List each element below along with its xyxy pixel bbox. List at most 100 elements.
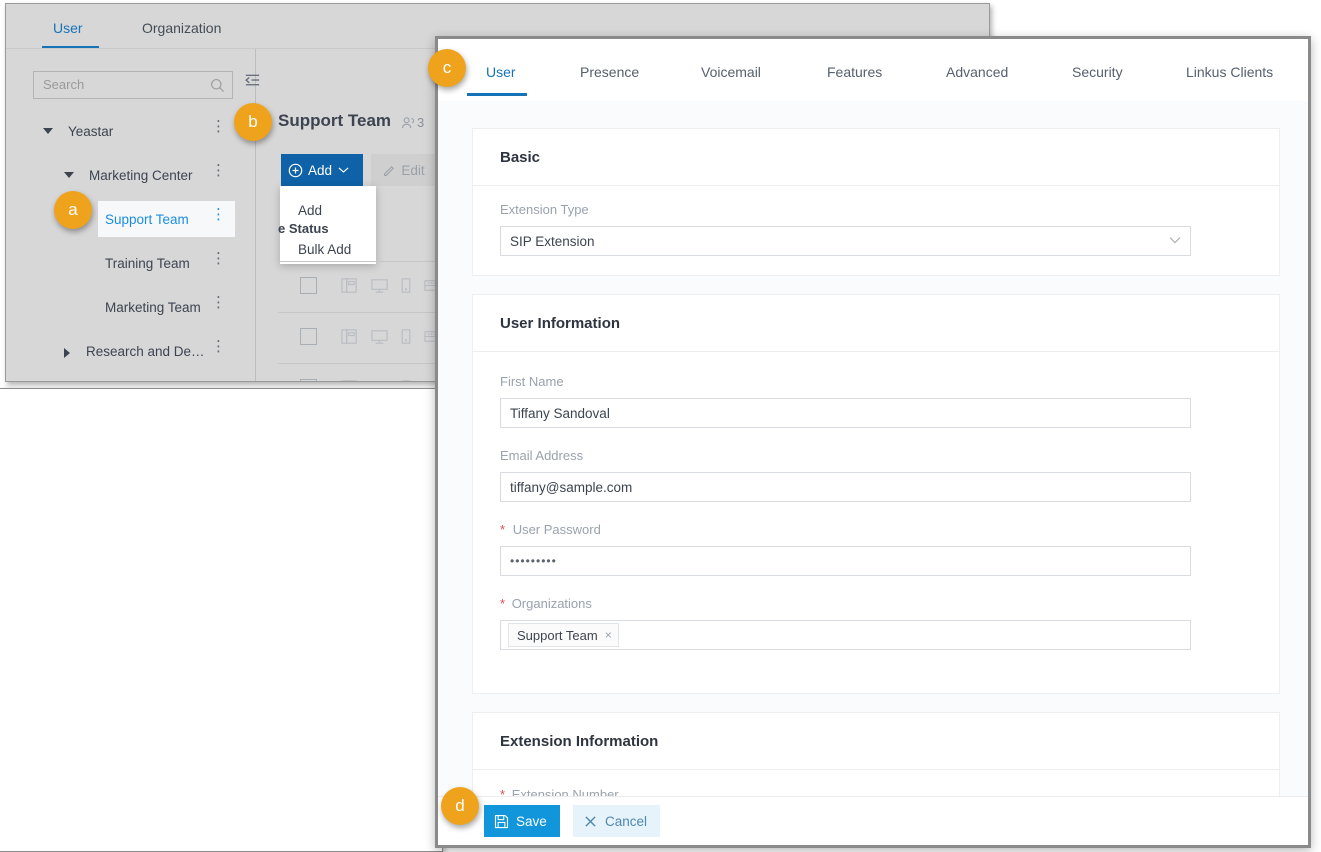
search-input[interactable]: Search [33, 71, 233, 99]
search-icon [210, 78, 225, 93]
chevron-down-icon[interactable] [64, 172, 74, 178]
basic-card: Basic Extension Type SIP Extension [472, 128, 1280, 276]
tab-security[interactable]: Security [1072, 64, 1123, 80]
first-name-value: Tiffany Sandoval [510, 406, 610, 421]
tree-item-label: Marketing Center [89, 168, 193, 183]
edit-button-label: Edit [401, 163, 424, 178]
cancel-button-label: Cancel [605, 814, 647, 829]
row-checkbox[interactable] [300, 328, 317, 345]
add-button[interactable]: Add [281, 154, 363, 186]
cancel-button[interactable]: Cancel [573, 805, 660, 837]
organization-chip-label: Support Team [517, 628, 598, 643]
required-asterisk: * [500, 596, 505, 611]
tree-item-menu-icon[interactable]: ⋮ [211, 123, 225, 143]
collapse-panel-icon[interactable] [244, 72, 261, 89]
tab-voicemail[interactable]: Voicemail [701, 64, 761, 80]
column-header-status: e Status [278, 221, 329, 236]
tree-list: Yeastar ⋮ Marketing Center ⋮ Support Tea… [6, 111, 255, 375]
desk-phone-icon [340, 327, 359, 346]
row-checkbox[interactable] [300, 379, 317, 382]
tree-item-menu-icon[interactable]: ⋮ [211, 167, 225, 187]
tree-item-label: Training Team [105, 256, 190, 271]
chevron-right-icon[interactable] [64, 348, 70, 358]
user-password-label: * User Password [500, 522, 601, 537]
page-title: Support Team [278, 111, 391, 131]
callout-badge-d: d [441, 787, 479, 825]
tree-item-marketing-center[interactable]: Marketing Center ⋮ [6, 155, 255, 199]
plus-circle-icon [288, 163, 303, 178]
dialog-body[interactable]: Basic Extension Type SIP Extension User … [438, 101, 1308, 797]
save-button[interactable]: Save [484, 805, 560, 837]
dialog-tab-bar: User Presence Voicemail Features Advance… [438, 39, 1308, 102]
device-status-icons [340, 327, 444, 346]
tree-item-yeastar[interactable]: Yeastar ⋮ [6, 111, 255, 155]
extension-type-label: Extension Type [500, 202, 589, 217]
organization-chip[interactable]: Support Team × [508, 623, 619, 647]
tree-item-label: Yeastar [68, 124, 113, 139]
row-checkbox[interactable] [300, 277, 317, 294]
member-count: 3 [401, 115, 424, 130]
chevron-down-icon[interactable] [338, 166, 349, 174]
first-name-input[interactable]: Tiffany Sandoval [500, 398, 1191, 428]
dialog-footer: Save Cancel [438, 796, 1308, 845]
menu-item-bulk-add[interactable]: Bulk Add [298, 242, 351, 257]
user-password-label-text: User Password [513, 522, 601, 537]
chevron-down-icon[interactable] [1169, 236, 1181, 245]
chevron-down-icon[interactable] [43, 128, 53, 134]
close-x-icon [584, 815, 597, 828]
organizations-input[interactable]: Support Team × [500, 620, 1191, 650]
tab-features[interactable]: Features [827, 64, 882, 80]
first-name-label: First Name [500, 374, 564, 389]
tree-item-label: Marketing Team [105, 300, 201, 315]
tree-item-marketing-team[interactable]: Marketing Team ⋮ [6, 287, 255, 331]
desk-phone-icon [340, 378, 359, 382]
tab-organization[interactable]: Organization [142, 20, 221, 36]
callout-badge-c: c [428, 49, 466, 87]
desktop-icon [370, 378, 389, 382]
user-password-input[interactable]: ••••••••• [500, 546, 1191, 576]
organizations-label-text: Organizations [512, 596, 592, 611]
extension-type-value: SIP Extension [510, 234, 595, 249]
tree-item-menu-icon[interactable]: ⋮ [211, 255, 225, 275]
organization-tree-pane: Search Yeastar ⋮ Marketing Center ⋮ Supp… [6, 49, 256, 381]
floppy-disk-icon [494, 814, 509, 829]
tab-linkus-clients[interactable]: Linkus Clients [1186, 64, 1273, 80]
user-information-card-title: User Information [500, 315, 620, 332]
pencil-icon [382, 163, 396, 177]
user-information-card: User Information First Name Tiffany Sand… [472, 294, 1280, 694]
tree-item-menu-icon[interactable]: ⋮ [211, 211, 225, 231]
desk-phone-icon [340, 276, 359, 295]
device-status-icons [340, 378, 444, 382]
save-button-label: Save [516, 814, 547, 829]
lower-white-panel [0, 388, 443, 852]
tree-item-support-team[interactable]: Support Team ⋮ [6, 199, 255, 243]
extension-information-card: Extension Information * Extension Number [472, 712, 1280, 797]
email-address-input[interactable]: tiffany@sample.com [500, 472, 1191, 502]
divider [473, 769, 1279, 770]
divider [473, 351, 1279, 352]
tree-item-research-and-development[interactable]: Research and De… ⋮ [6, 331, 255, 375]
tab-advanced[interactable]: Advanced [946, 64, 1008, 80]
tab-user[interactable]: User [53, 20, 83, 36]
email-address-label: Email Address [500, 448, 583, 463]
basic-card-title: Basic [500, 149, 540, 166]
edit-extension-dialog: User Presence Voicemail Features Advance… [435, 36, 1311, 848]
tree-item-menu-icon[interactable]: ⋮ [211, 343, 225, 363]
menu-item-add[interactable]: Add [298, 203, 322, 218]
callout-badge-b: b [234, 103, 272, 141]
close-icon[interactable]: × [605, 628, 612, 642]
extension-information-card-title: Extension Information [500, 733, 658, 750]
member-count-value: 3 [417, 115, 424, 130]
mobile-icon [400, 378, 412, 382]
search-placeholder: Search [43, 77, 84, 92]
add-button-label: Add [308, 163, 332, 178]
tab-presence[interactable]: Presence [580, 64, 639, 80]
tab-user[interactable]: User [486, 64, 516, 80]
extension-type-select[interactable]: SIP Extension [500, 226, 1191, 256]
email-address-value: tiffany@sample.com [510, 480, 632, 495]
dialog-tab-active-indicator [467, 93, 527, 96]
tree-item-menu-icon[interactable]: ⋮ [211, 299, 225, 319]
tree-item-label: Research and De… [86, 344, 205, 359]
tree-item-training-team[interactable]: Training Team ⋮ [6, 243, 255, 287]
divider [473, 185, 1279, 186]
